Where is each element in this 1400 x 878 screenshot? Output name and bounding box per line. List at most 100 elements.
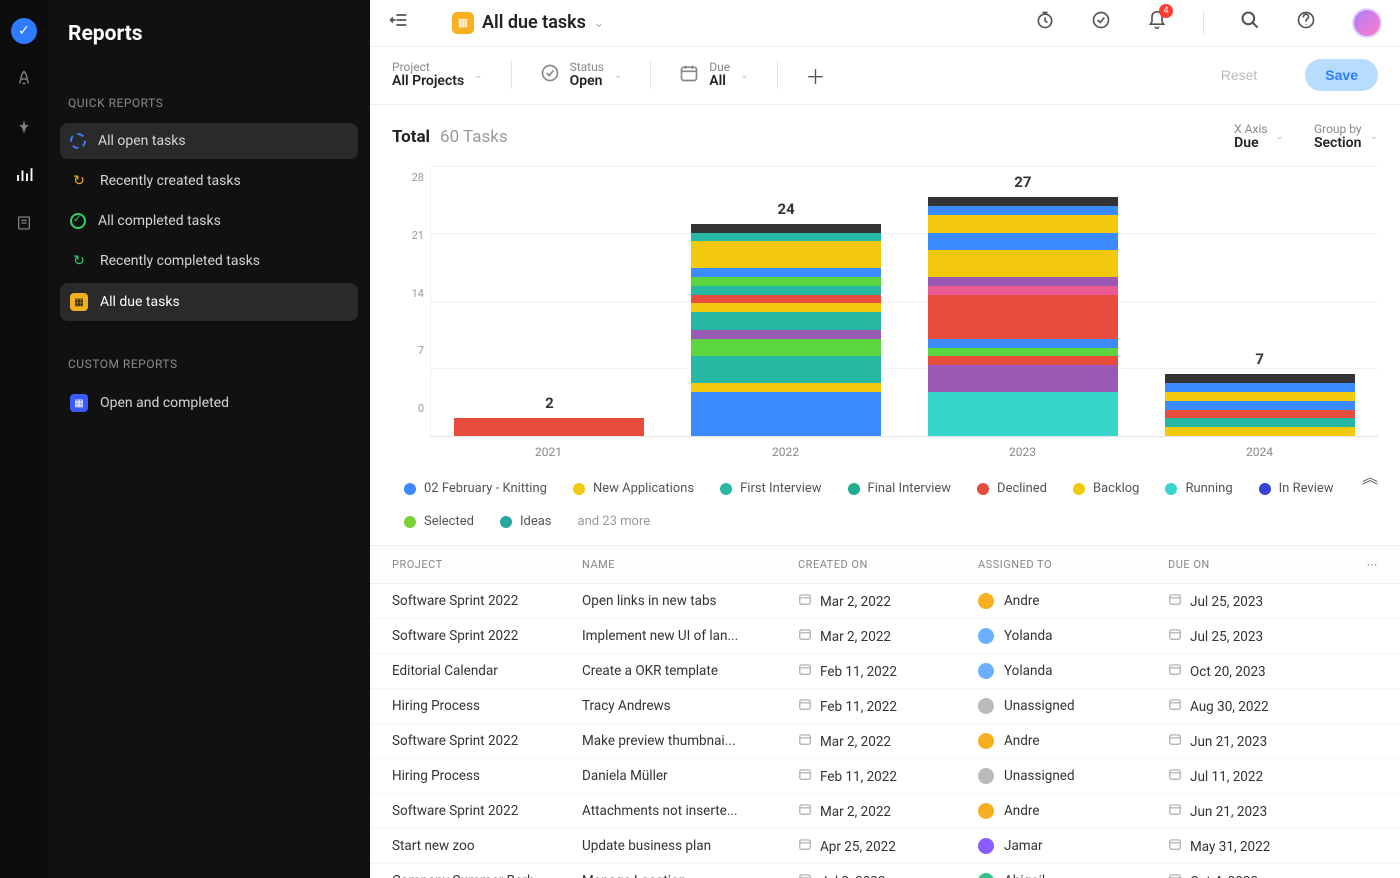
calendar-icon bbox=[1168, 840, 1182, 854]
legend-item[interactable]: First Interview bbox=[720, 481, 821, 496]
col-header-name[interactable]: NAME bbox=[582, 558, 798, 571]
app-icon-bar: ✓ bbox=[0, 0, 48, 878]
cell-project: Hiring Process bbox=[392, 768, 582, 784]
table-row[interactable]: Company Summer Barb...Manage LocationJul… bbox=[370, 864, 1400, 878]
timer-icon[interactable] bbox=[1035, 10, 1055, 35]
sidebar-item-label: Open and completed bbox=[100, 395, 229, 411]
y-axis: 28211470 bbox=[392, 167, 430, 437]
user-avatar[interactable] bbox=[1352, 8, 1382, 38]
help-icon[interactable] bbox=[1296, 10, 1316, 35]
x-tick: 2021 bbox=[454, 445, 644, 459]
cell-created: Mar 2, 2022 bbox=[798, 592, 978, 610]
legend-more[interactable]: and 23 more bbox=[578, 514, 651, 529]
col-header-created[interactable]: CREATED ON bbox=[798, 558, 978, 571]
collapse-chart-button[interactable]: ︽ bbox=[1362, 473, 1378, 483]
sidebar-item-recently-created[interactable]: ↻ Recently created tasks bbox=[60, 162, 358, 200]
legend-item[interactable]: Running bbox=[1165, 481, 1232, 496]
axis-value: Section bbox=[1314, 136, 1362, 151]
bar-2022[interactable]: 24 bbox=[691, 224, 881, 436]
table-row[interactable]: Editorial CalendarCreate a OKR templateF… bbox=[370, 654, 1400, 689]
col-header-project[interactable]: PROJECT bbox=[392, 558, 582, 571]
pin-icon[interactable] bbox=[16, 119, 32, 140]
sidebar-item-all-completed[interactable]: All completed tasks bbox=[60, 203, 358, 239]
cell-name: Make preview thumbnai... bbox=[582, 733, 798, 749]
legend-item[interactable]: In Review bbox=[1259, 481, 1334, 496]
app-logo[interactable]: ✓ bbox=[11, 18, 37, 44]
sidebar-item-all-due-tasks[interactable]: ▦ All due tasks bbox=[60, 283, 358, 321]
table-row[interactable]: Software Sprint 2022Make preview thumbna… bbox=[370, 724, 1400, 759]
legend-swatch bbox=[977, 483, 989, 495]
table-row[interactable]: Hiring ProcessDaniela MüllerFeb 11, 2022… bbox=[370, 759, 1400, 794]
search-icon[interactable] bbox=[1240, 10, 1260, 35]
filter-separator bbox=[511, 61, 512, 89]
notifications-icon[interactable]: 4 bbox=[1147, 10, 1167, 35]
cell-name: Open links in new tabs bbox=[582, 593, 798, 609]
save-button[interactable]: Save bbox=[1305, 59, 1378, 91]
notification-badge: 4 bbox=[1159, 4, 1173, 18]
assignee-avatar bbox=[978, 733, 994, 749]
table-row[interactable]: Hiring ProcessTracy AndrewsFeb 11, 2022U… bbox=[370, 689, 1400, 724]
collapse-sidebar-button[interactable] bbox=[388, 12, 408, 33]
cell-project: Software Sprint 2022 bbox=[392, 628, 582, 644]
sidebar-item-recently-completed[interactable]: ↻ Recently completed tasks bbox=[60, 242, 358, 280]
cell-due: Oct 4, 2022 bbox=[1168, 872, 1348, 878]
legend-item[interactable]: Ideas bbox=[500, 514, 552, 529]
legend-item[interactable]: Final Interview bbox=[848, 481, 951, 496]
filter-value: Open bbox=[570, 74, 604, 89]
legend-swatch bbox=[573, 483, 585, 495]
legend-item[interactable]: 02 February - Knitting bbox=[404, 481, 547, 496]
plot-area: 2 2427 7 bbox=[430, 167, 1378, 437]
cell-due: Jul 11, 2022 bbox=[1168, 767, 1348, 785]
rocket-icon[interactable] bbox=[15, 70, 33, 93]
sidebar-item-open-and-completed[interactable]: ▦ Open and completed bbox=[60, 384, 358, 422]
calendar-icon bbox=[1168, 595, 1182, 609]
table-row[interactable]: Software Sprint 2022Implement new UI of … bbox=[370, 619, 1400, 654]
table-row[interactable]: Start new zooUpdate business planApr 25,… bbox=[370, 829, 1400, 864]
filter-bar: Project All Projects ⌄ Status Open ⌄ Due… bbox=[370, 47, 1400, 105]
cell-name: Attachments not inserte... bbox=[582, 803, 798, 819]
reports-icon[interactable] bbox=[15, 166, 33, 189]
cell-assigned: Yolanda bbox=[978, 628, 1168, 644]
add-filter-button[interactable]: ＋ bbox=[806, 61, 826, 90]
bar-2024[interactable]: 7 bbox=[1165, 374, 1355, 436]
calendar-icon bbox=[1168, 770, 1182, 784]
legend-label: Selected bbox=[424, 514, 474, 529]
legend-label: Running bbox=[1185, 481, 1232, 496]
calendar-icon bbox=[1168, 700, 1182, 714]
x-tick: 2023 bbox=[928, 445, 1118, 459]
legend-item[interactable]: Declined bbox=[977, 481, 1047, 496]
bar-2021[interactable]: 2 bbox=[454, 418, 644, 436]
col-header-assigned[interactable]: ASSIGNED TO bbox=[978, 558, 1168, 571]
col-header-due[interactable]: DUE ON bbox=[1168, 558, 1348, 571]
sidebar-item-all-open-tasks[interactable]: All open tasks bbox=[60, 123, 358, 159]
cell-project: Software Sprint 2022 bbox=[392, 733, 582, 749]
table-row[interactable]: Software Sprint 2022Attachments not inse… bbox=[370, 794, 1400, 829]
legend-swatch bbox=[404, 483, 416, 495]
cell-due: May 31, 2022 bbox=[1168, 837, 1348, 855]
filter-due[interactable]: Due All ⌄ bbox=[679, 61, 748, 90]
chart-summary-row: Total 60 Tasks X Axis Due ⌄ Group by Sec… bbox=[370, 105, 1400, 158]
table-menu-button[interactable]: ⋯ bbox=[1348, 558, 1378, 571]
calendar-icon bbox=[798, 595, 812, 609]
bar-2023[interactable]: 27 bbox=[928, 197, 1118, 436]
legend-item[interactable]: Selected bbox=[404, 514, 474, 529]
cell-name: Create a OKR template bbox=[582, 663, 798, 679]
report-title-dropdown[interactable]: ▦ All due tasks ⌄ bbox=[452, 12, 604, 34]
cell-name: Implement new UI of lan... bbox=[582, 628, 798, 644]
check-circle-icon[interactable] bbox=[1091, 10, 1111, 35]
cell-project: Hiring Process bbox=[392, 698, 582, 714]
cell-assigned: Andre bbox=[978, 733, 1168, 749]
doc-icon[interactable] bbox=[16, 215, 32, 236]
legend-item[interactable]: New Applications bbox=[573, 481, 694, 496]
x-axis-selector[interactable]: X Axis Due ⌄ bbox=[1234, 123, 1284, 152]
filter-project[interactable]: Project All Projects ⌄ bbox=[392, 61, 483, 90]
axis-label: X Axis bbox=[1234, 123, 1267, 136]
reset-button[interactable]: Reset bbox=[1201, 59, 1278, 91]
cell-created: Mar 2, 2022 bbox=[798, 802, 978, 820]
bar-value-label: 7 bbox=[1165, 350, 1355, 368]
legend-item[interactable]: Backlog bbox=[1073, 481, 1139, 496]
chevron-down-icon: ⌄ bbox=[594, 16, 604, 30]
table-row[interactable]: Software Sprint 2022Open links in new ta… bbox=[370, 584, 1400, 619]
group-by-selector[interactable]: Group by Section ⌄ bbox=[1314, 123, 1378, 152]
filter-status[interactable]: Status Open ⌄ bbox=[540, 61, 623, 90]
